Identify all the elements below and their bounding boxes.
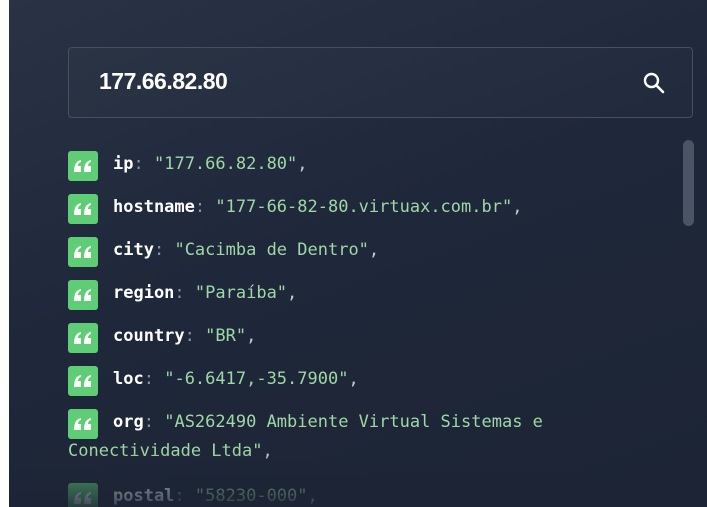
- quote-icon: [68, 194, 98, 224]
- ip-search-box[interactable]: 177.66.82.80: [68, 47, 693, 118]
- field-region: region: "Paraíba",: [68, 279, 638, 322]
- field-hostname: hostname: "177-66-82-80.virtuax.com.br",: [68, 193, 638, 236]
- field-country: country: "BR",: [68, 322, 638, 365]
- field-key: ip: [113, 154, 134, 174]
- field-value: "58230-000": [194, 486, 308, 506]
- field-city: city: "Cacimba de Dentro",: [68, 236, 638, 279]
- search-icon[interactable]: [642, 71, 666, 95]
- quote-icon: [68, 151, 98, 181]
- quote-icon: [68, 323, 98, 353]
- quote-icon: [68, 237, 98, 267]
- field-key: country: [113, 326, 185, 346]
- field-key: org: [113, 412, 144, 432]
- field-key: region: [113, 283, 175, 303]
- result-panel: 177.66.82.80 ip: "177.66.82.80", hostnam…: [9, 0, 707, 507]
- field-value: "-6.6417,-35.7900": [164, 369, 349, 389]
- field-value-continued: Conectividade Ltda": [68, 441, 263, 461]
- field-key: loc: [113, 369, 144, 389]
- field-key: city: [113, 240, 154, 260]
- field-value: "Paraíba": [194, 283, 288, 303]
- field-value: "177.66.82.80": [153, 154, 298, 174]
- scrollbar-thumb[interactable]: [683, 140, 694, 226]
- quote-icon: [68, 280, 98, 310]
- quote-icon: [68, 483, 98, 507]
- field-value: "BR": [205, 326, 247, 346]
- field-postal: postal: "58230-000",: [68, 482, 638, 507]
- field-org: org: "AS262490 Ambiente Virtual Sistemas…: [68, 408, 638, 482]
- field-ip: ip: "177.66.82.80",: [68, 150, 638, 193]
- field-value: "AS262490 Ambiente Virtual Sistemas e: [164, 412, 543, 432]
- quote-icon: [68, 409, 98, 439]
- field-value: "177-66-82-80.virtuax.com.br": [215, 197, 513, 217]
- field-value: "Cacimba de Dentro": [174, 240, 369, 260]
- quote-icon: [68, 366, 98, 396]
- field-key: postal: [113, 486, 175, 506]
- search-input[interactable]: 177.66.82.80: [99, 68, 228, 95]
- field-key: hostname: [113, 197, 195, 217]
- ip-info-list: ip: "177.66.82.80", hostname: "177-66-82…: [68, 150, 638, 507]
- field-loc: loc: "-6.6417,-35.7900",: [68, 365, 638, 408]
